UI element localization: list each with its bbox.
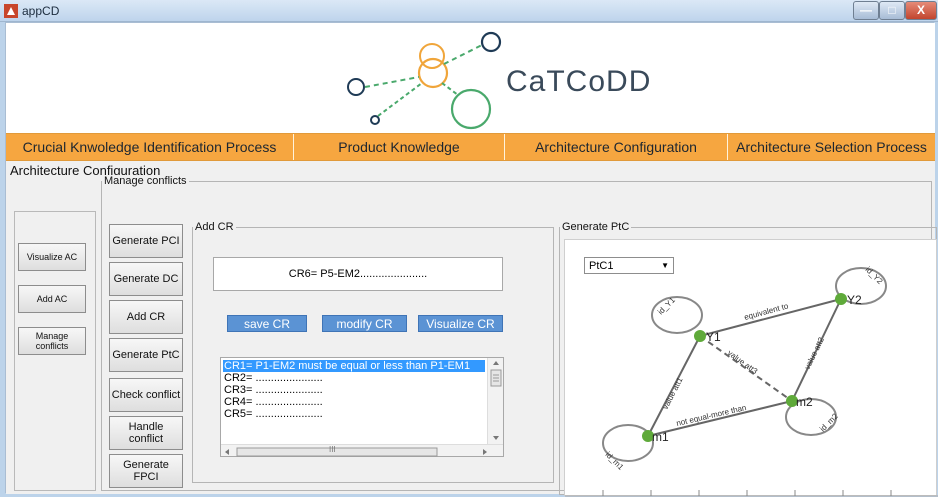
list-item[interactable]: CR3= ...................... xyxy=(223,384,485,396)
menu-architecture-selection[interactable]: Architecture Selection Process xyxy=(728,134,935,160)
manage-conflicts-button[interactable]: Manage conflicts xyxy=(18,327,86,355)
save-cr-button[interactable]: save CR xyxy=(227,315,307,332)
edge-label: value att2 xyxy=(803,335,827,371)
list-item[interactable]: CR2= ...................... xyxy=(223,372,485,384)
loop-label: id_Y1 xyxy=(656,295,677,316)
ptc-dropdown-value: PtC1 xyxy=(589,259,614,272)
menu-crucial-knowledge[interactable]: Crucial Knwoledge Identification Process xyxy=(6,134,293,160)
node-label: Y2 xyxy=(847,293,862,307)
cr-list[interactable]: CR1= P1-EM2 must be equal or less than P… xyxy=(220,357,504,457)
horizontal-scrollbar[interactable]: III xyxy=(221,444,503,457)
minimize-button[interactable]: — xyxy=(853,1,879,20)
generate-pci-button[interactable]: Generate PCI xyxy=(109,224,183,258)
loop-label: id_Y2 xyxy=(864,265,885,286)
title-bar: appCD — □ X xyxy=(0,0,938,22)
cr-input-field[interactable]: CR6= P5-EM2...................... xyxy=(213,257,503,291)
node-y1 xyxy=(694,330,706,342)
add-cr-legend: Add CR xyxy=(193,221,236,233)
window-title: appCD xyxy=(22,4,60,18)
node-label: Y1 xyxy=(706,330,721,344)
add-ac-button[interactable]: Add AC xyxy=(18,285,86,313)
ptc-graph: Y1 Y2 m1 m2 id_Y1 id_Y2 id_m1 id_m2 equi… xyxy=(565,265,938,497)
modify-cr-button[interactable]: modify CR xyxy=(322,315,407,332)
check-conflict-button[interactable]: Check conflict xyxy=(109,378,183,412)
ptc-dropdown[interactable]: PtC1 ▼ xyxy=(584,257,674,274)
edge-label: value att1 xyxy=(661,375,685,410)
main-menu: Crucial Knwoledge Identification Process… xyxy=(6,133,935,161)
edge-label: value att3 xyxy=(726,348,760,376)
visualize-cr-button[interactable]: Visualize CR xyxy=(418,315,503,332)
brand-name: CaTCoDD xyxy=(506,65,652,98)
vertical-scrollbar[interactable] xyxy=(487,358,503,446)
scroll-thumb-grip: III xyxy=(329,445,336,454)
list-item[interactable]: CR1= P1-EM2 must be equal or less than P… xyxy=(223,360,485,372)
ptc-graph-canvas: Y1 Y2 m1 m2 id_Y1 id_Y2 id_m1 id_m2 equi… xyxy=(564,239,938,497)
list-item[interactable]: CR4= ...................... xyxy=(223,396,485,408)
loop-y1 xyxy=(651,296,703,334)
content-area: Architecture Configuration Visualize AC … xyxy=(6,161,938,497)
header-banner: CaTCoDD xyxy=(6,23,935,133)
generate-ptc-button[interactable]: Generate PtC xyxy=(109,338,183,372)
visualize-ac-button[interactable]: Visualize AC xyxy=(18,243,86,271)
menu-product-knowledge[interactable]: Product Knowledge xyxy=(294,134,504,160)
list-item[interactable]: CR5= ...................... xyxy=(223,408,485,420)
node-y2 xyxy=(835,293,847,305)
edge-y1-y2 xyxy=(699,298,842,337)
node-label: m2 xyxy=(796,395,813,409)
handle-conflict-button[interactable]: Handle conflict xyxy=(109,416,183,450)
node-label: m1 xyxy=(652,430,669,444)
menu-architecture-configuration[interactable]: Architecture Configuration xyxy=(505,134,727,160)
close-button[interactable]: X xyxy=(905,1,937,20)
add-cr-button[interactable]: Add CR xyxy=(109,300,183,334)
logo-icon xyxy=(347,31,502,130)
maximize-button[interactable]: □ xyxy=(879,1,905,20)
generate-ptc-legend: Generate PtC xyxy=(560,221,632,233)
app-icon xyxy=(4,4,18,18)
generate-dc-button[interactable]: Generate DC xyxy=(109,262,183,296)
chevron-down-icon: ▼ xyxy=(661,261,669,270)
app-window: CaTCoDD Crucial Knwoledge Identification… xyxy=(5,22,938,497)
manage-conflicts-legend: Manage conflicts xyxy=(102,175,189,187)
generate-fpci-button[interactable]: Generate FPCI xyxy=(109,454,183,488)
